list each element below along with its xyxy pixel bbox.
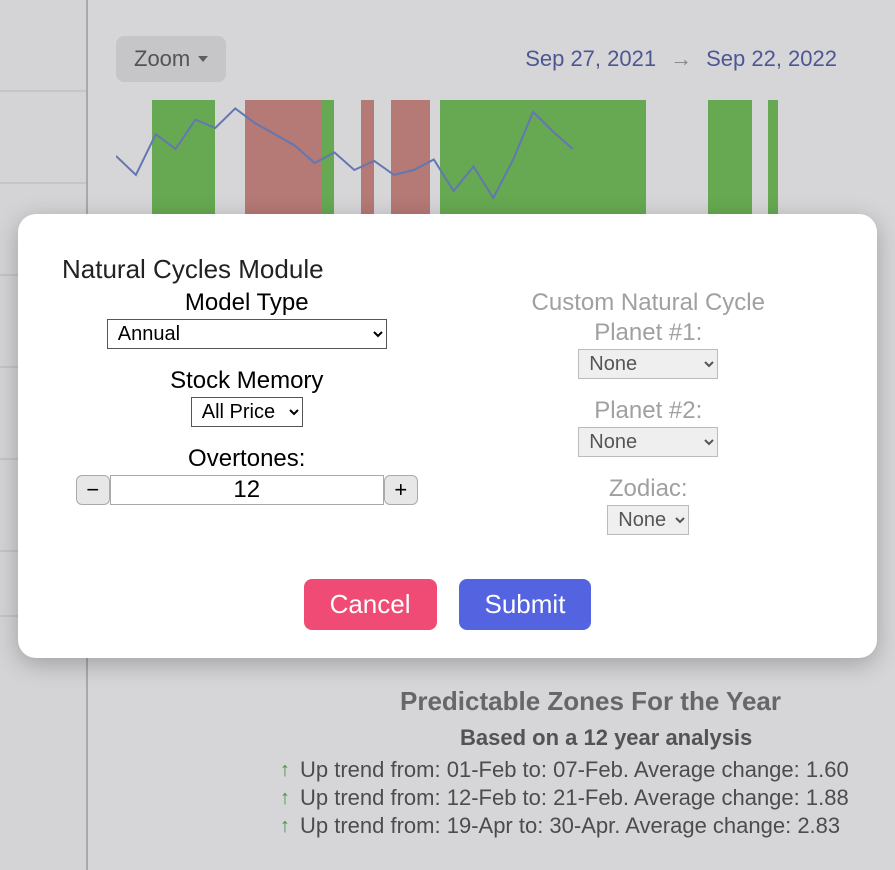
- overtones-stepper: − 12 +: [76, 475, 418, 505]
- modal-button-row: Cancel Submit: [62, 579, 833, 630]
- planet2-select[interactable]: None: [578, 427, 718, 457]
- natural-cycles-modal: Natural Cycles Module Model Type Annual …: [18, 214, 877, 658]
- custom-cycle-label: Custom Natural Cycle: [532, 289, 765, 317]
- planet1-label: Planet #1:: [532, 319, 765, 347]
- overtones-value[interactable]: 12: [110, 475, 384, 505]
- modal-left-column: Model Type Annual Stock Memory All Price…: [62, 289, 432, 553]
- stock-memory-select[interactable]: All Price: [191, 397, 303, 427]
- planet1-select[interactable]: None: [578, 349, 718, 379]
- zodiac-select[interactable]: None: [607, 505, 689, 535]
- model-type-select[interactable]: Annual: [107, 319, 387, 349]
- model-type-label: Model Type: [107, 289, 387, 317]
- stock-memory-label: Stock Memory: [170, 367, 323, 395]
- stepper-decrement-button[interactable]: −: [76, 475, 110, 505]
- modal-right-column: Custom Natural Cycle Planet #1: None Pla…: [464, 289, 834, 553]
- cancel-button[interactable]: Cancel: [304, 579, 437, 630]
- zodiac-label: Zodiac:: [607, 475, 689, 503]
- submit-button[interactable]: Submit: [459, 579, 592, 630]
- modal-title: Natural Cycles Module: [62, 254, 833, 285]
- planet2-label: Planet #2:: [578, 397, 718, 425]
- overtones-label: Overtones:: [76, 445, 418, 473]
- stepper-increment-button[interactable]: +: [384, 475, 418, 505]
